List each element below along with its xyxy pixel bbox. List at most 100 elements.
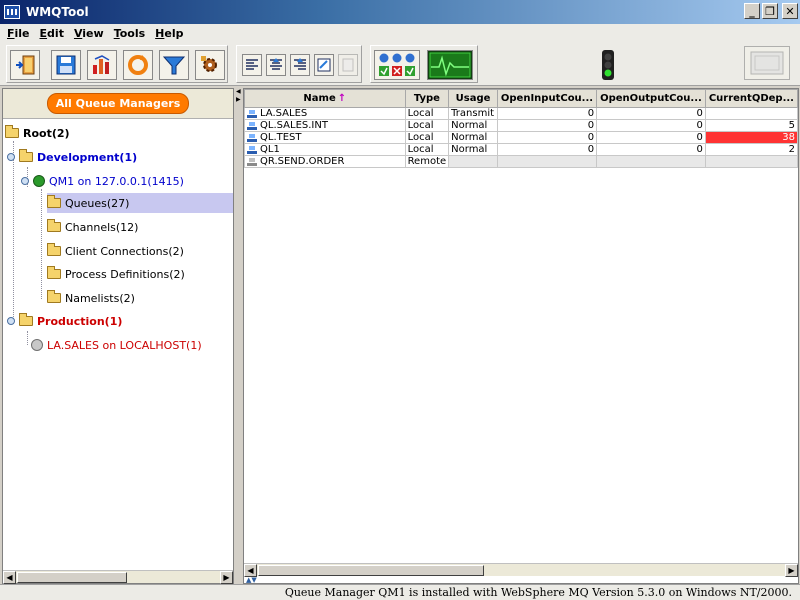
folder-icon — [47, 290, 61, 303]
align-center-button[interactable] — [266, 54, 286, 76]
all-queue-managers-button[interactable]: All Queue Managers — [46, 93, 190, 114]
table-row[interactable]: QR.SEND.ORDER Remote — [244, 155, 798, 168]
local-queue-icon — [247, 109, 257, 118]
blank-button[interactable] — [338, 54, 358, 76]
cell-usage — [448, 155, 498, 168]
table-row[interactable]: QL1 Local Normal 0 0 2 — [244, 143, 798, 156]
cell-type: Local — [404, 107, 450, 120]
tree-root-label: Root(2) — [23, 126, 70, 140]
scrollbar-thumb[interactable] — [258, 565, 484, 576]
column-header-current-depth[interactable]: CurrentQDep... — [704, 89, 798, 108]
blank-icon — [342, 58, 354, 72]
cell-text: QL.TEST — [260, 132, 302, 143]
refresh-icon — [128, 55, 148, 75]
tree-group-development[interactable]: Development(1) — [7, 147, 137, 167]
toolbar-group-align — [236, 45, 362, 83]
settings-icon — [201, 56, 217, 72]
column-header-open-input-count[interactable]: OpenInputCou... — [496, 89, 598, 108]
scroll-right-icon[interactable]: ▶ — [220, 571, 233, 584]
tree-item-client-connections[interactable]: Client Connections(2) — [47, 241, 184, 261]
exit-icon — [16, 55, 35, 75]
edit-button[interactable] — [314, 54, 334, 76]
folder-icon — [47, 266, 61, 279]
cell-open-input: 0 — [496, 119, 598, 132]
cell-name: LA.SALES — [244, 107, 406, 120]
tree-item-process-definitions[interactable]: Process Definitions(2) — [47, 264, 185, 284]
local-queue-icon — [247, 133, 257, 142]
cell-depth: 2 — [704, 143, 798, 156]
tree-item-queues[interactable]: Queues(27) — [47, 193, 233, 213]
menu-edit[interactable]: Edit — [35, 27, 69, 40]
queue-table: Name ↑ Type Usage OpenInputCou... OpenOut… — [244, 89, 798, 168]
save-button[interactable] — [51, 50, 81, 80]
cell-type: Remote — [404, 155, 450, 168]
tree-connector — [27, 331, 28, 345]
traffic-light-icon — [602, 50, 614, 80]
align-right-button[interactable] — [290, 54, 310, 76]
chart-button[interactable] — [87, 50, 117, 80]
window-button[interactable] — [744, 46, 790, 80]
cell-text: QR.SEND.ORDER — [260, 156, 345, 167]
align-left-button[interactable] — [242, 54, 262, 76]
tree-root[interactable]: Root(2) — [5, 123, 70, 143]
tree-horizontal-scrollbar[interactable]: ◀ ▶ — [3, 570, 233, 584]
split-pane-divider[interactable]: ◀ ▶ — [235, 88, 242, 584]
column-header-open-output-count[interactable]: OpenOutputCou... — [596, 89, 706, 108]
expand-handle-icon — [7, 317, 15, 325]
cell-open-input: 0 — [496, 131, 598, 144]
collapse-right-icon[interactable]: ▶ — [236, 96, 241, 103]
expand-handle-icon — [21, 177, 29, 185]
cell-type: Local — [404, 143, 450, 156]
cell-type: Local — [404, 119, 450, 132]
tree-group-production[interactable]: Production(1) — [7, 311, 122, 331]
tree-item-label: Process Definitions(2) — [65, 267, 185, 281]
column-header-name[interactable]: Name ↑ — [244, 89, 406, 108]
cell-open-input — [496, 155, 598, 168]
queue-manager-stopped-icon — [31, 339, 43, 351]
scroll-left-icon[interactable]: ◀ — [3, 571, 16, 584]
column-header-type[interactable]: Type — [404, 89, 450, 108]
tree-item-namelists[interactable]: Namelists(2) — [47, 288, 135, 308]
folder-icon — [47, 243, 61, 256]
cell-usage: Normal — [448, 131, 498, 144]
table-row[interactable]: QL.SALES.INT Local Normal 0 0 5 — [244, 119, 798, 132]
menu-file[interactable]: File — [2, 27, 35, 40]
folder-icon — [5, 125, 19, 138]
local-queue-icon — [247, 145, 257, 154]
tree-qm-label: QM1 on 127.0.0.1(1415) — [49, 174, 184, 188]
monitor-button[interactable] — [427, 50, 473, 80]
tree-connector — [41, 189, 42, 299]
menu-tools[interactable]: Tools — [109, 27, 150, 40]
minimize-button[interactable]: _ — [744, 3, 760, 19]
tree-group-label: Development(1) — [37, 150, 138, 164]
settings-button[interactable] — [195, 50, 225, 80]
cell-type: Local — [404, 131, 450, 144]
cell-open-output: 0 — [596, 143, 706, 156]
tree-queue-manager-qm1[interactable]: QM1 on 127.0.0.1(1415) — [21, 171, 184, 191]
cell-depth — [704, 107, 798, 120]
column-header-usage[interactable]: Usage — [448, 89, 498, 108]
refresh-button[interactable] — [123, 50, 153, 80]
tree-item-label: Namelists(2) — [65, 291, 135, 305]
tree-qm-label: LA.SALES on LOCALHOST(1) — [47, 338, 202, 352]
tree-queue-manager-la-sales[interactable]: LA.SALES on LOCALHOST(1) — [31, 335, 202, 355]
cell-open-input: 0 — [496, 107, 598, 120]
tree-item-channels[interactable]: Channels(12) — [47, 217, 138, 237]
exit-button[interactable] — [10, 50, 40, 80]
collapse-left-icon[interactable]: ◀ — [236, 88, 241, 95]
cell-depth-alert: 38 — [704, 131, 798, 144]
table-row[interactable]: LA.SALES Local Transmit 0 0 — [244, 107, 798, 120]
scrollbar-thumb[interactable] — [17, 572, 127, 583]
status-lights-button[interactable] — [374, 50, 420, 80]
scroll-right-icon[interactable]: ▶ — [785, 564, 798, 577]
table-row[interactable]: QL.TEST Local Normal 0 0 38 — [244, 131, 798, 144]
table-horizontal-scrollbar[interactable]: ◀ ▶ — [244, 563, 798, 577]
toolbar — [0, 42, 800, 86]
table-split-arrows-icon[interactable]: ▲▼ — [246, 576, 257, 583]
filter-button[interactable] — [159, 50, 189, 80]
restore-button[interactable]: ❐ — [762, 3, 778, 19]
menu-view[interactable]: View — [69, 27, 109, 40]
cell-depth — [704, 155, 798, 168]
menu-help[interactable]: Help — [150, 27, 188, 40]
close-button[interactable]: ✕ — [782, 3, 798, 19]
